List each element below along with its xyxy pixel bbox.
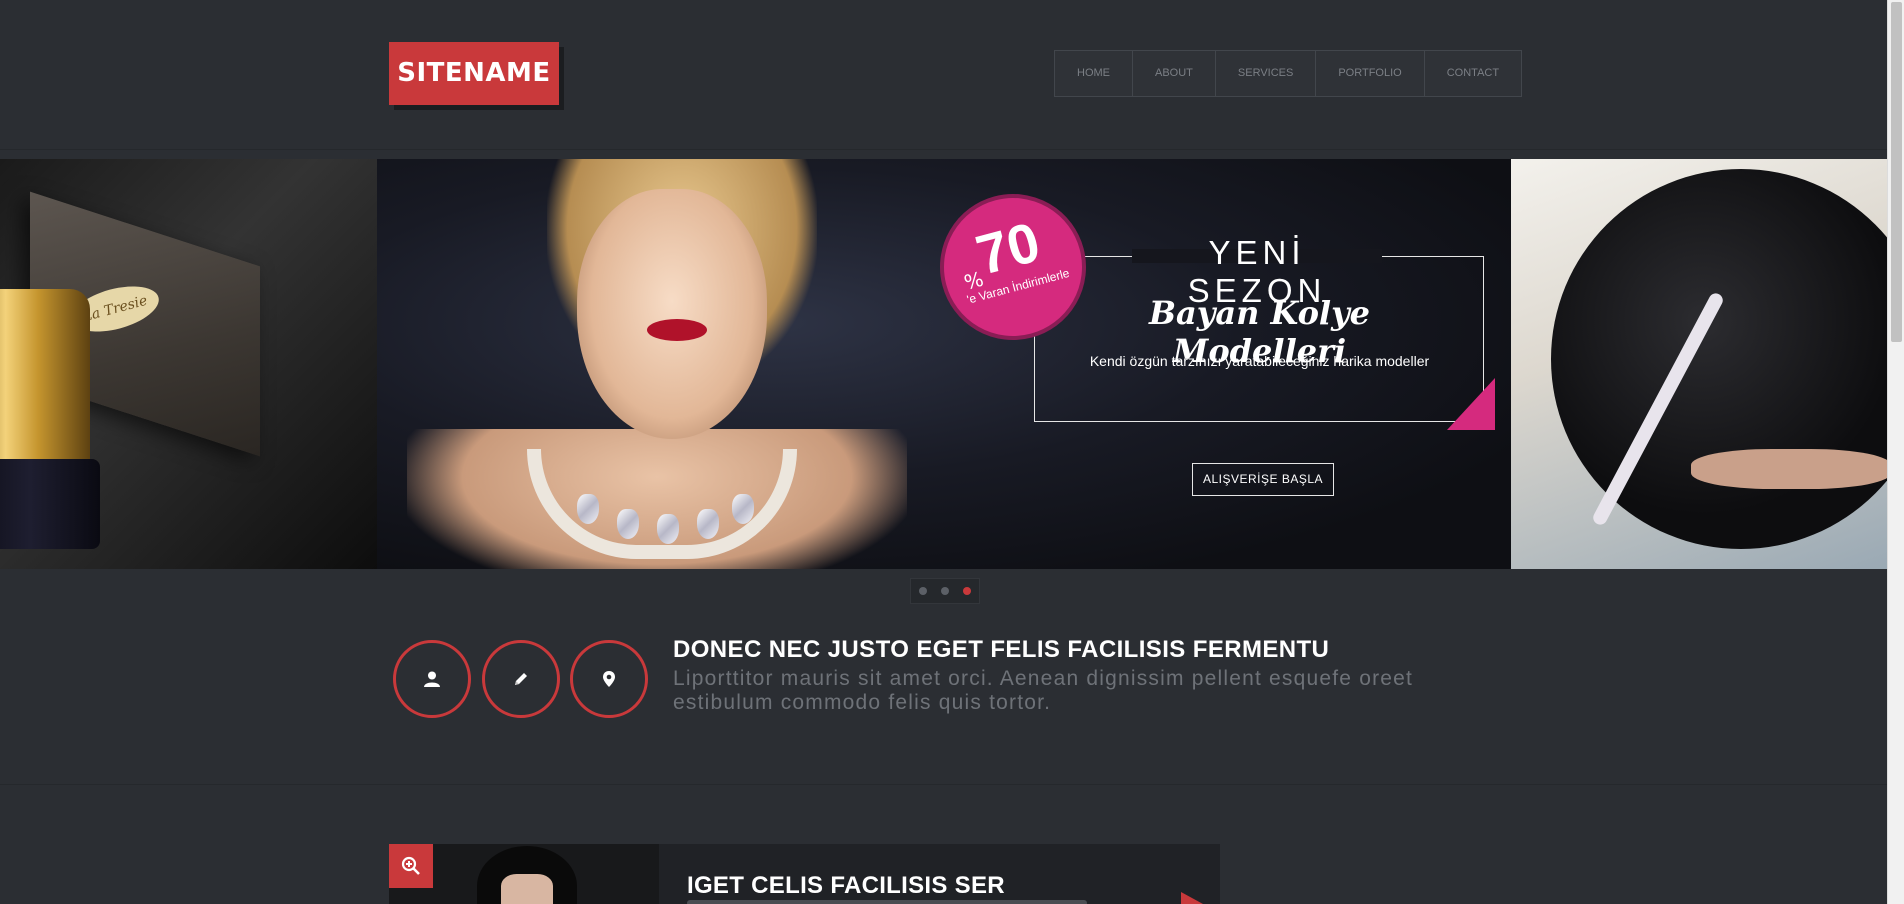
black-hat-image (1551, 169, 1887, 549)
zoom-in-icon (401, 856, 420, 875)
scrollbar-thumb[interactable] (1891, 2, 1902, 342)
hero-slider[interactable]: La Tresie YENİ SEZON Bayan Kolye Modelle… (0, 159, 1887, 569)
features-section: DONEC NEC JUSTO EGET FELIS FACILISIS FER… (0, 610, 1887, 785)
nav-contact[interactable]: CONTACT (1425, 51, 1521, 96)
cream-jar-base-image (0, 459, 100, 549)
user-icon (424, 671, 440, 687)
site-header: SITENAME HOME ABOUT SERVICES PORTFOLIO C… (0, 0, 1887, 150)
slider-dot-2[interactable] (941, 587, 949, 595)
slide-prev-cosmetics[interactable]: La Tresie (0, 159, 377, 569)
site-logo[interactable]: SITENAME (389, 42, 559, 105)
model-lips-image (647, 319, 707, 341)
main-nav: HOME ABOUT SERVICES PORTFOLIO CONTACT (1054, 50, 1523, 97)
page-scrollbar[interactable] (1887, 0, 1904, 904)
model-face-image (577, 189, 767, 439)
necklace-gem (617, 509, 639, 539)
necklace-gem (697, 509, 719, 539)
nav-home[interactable]: HOME (1055, 51, 1133, 96)
pencil-icon (515, 673, 527, 685)
nav-services[interactable]: SERVICES (1216, 51, 1317, 96)
features-heading: DONEC NEC JUSTO EGET FELIS FACILISIS FER… (673, 636, 1330, 663)
portfolio-model-face-image (501, 874, 553, 904)
user-feature-button[interactable] (393, 640, 471, 718)
slider-pagination (910, 578, 980, 604)
portfolio-card[interactable]: IGET CELIS FACILISIS SER (389, 844, 1220, 904)
features-text: Liporttitor mauris sit amet orci. Aenean… (673, 667, 1414, 714)
zoom-button[interactable] (389, 844, 433, 888)
slide-active: YENİ SEZON Bayan Kolye Modelleri Kendi ö… (377, 159, 1511, 569)
hat-skin-image (1691, 449, 1887, 489)
pencil-feature-button[interactable] (482, 640, 560, 718)
necklace-gem (732, 494, 754, 524)
location-feature-button[interactable] (570, 640, 648, 718)
promo-corner-triangle (1447, 378, 1495, 430)
promo-description: Kendi özgün tarzınızı yaratabileceğiniz … (1089, 353, 1430, 369)
portfolio-subtitle-placeholder (687, 900, 1087, 904)
start-shopping-button[interactable]: ALIŞVERİŞE BAŞLA (1192, 463, 1334, 496)
portfolio-title: IGET CELIS FACILISIS SER (687, 872, 1005, 899)
slider-dot-1[interactable] (919, 587, 927, 595)
portfolio-next-arrow[interactable] (1181, 892, 1203, 904)
map-marker-icon (603, 671, 615, 687)
necklace-gem (577, 494, 599, 524)
nav-about[interactable]: ABOUT (1133, 51, 1216, 96)
nav-portfolio[interactable]: PORTFOLIO (1316, 51, 1425, 96)
necklace-gem (657, 514, 679, 544)
slide-next-hat[interactable] (1511, 159, 1887, 569)
slider-dot-3[interactable] (963, 587, 971, 595)
